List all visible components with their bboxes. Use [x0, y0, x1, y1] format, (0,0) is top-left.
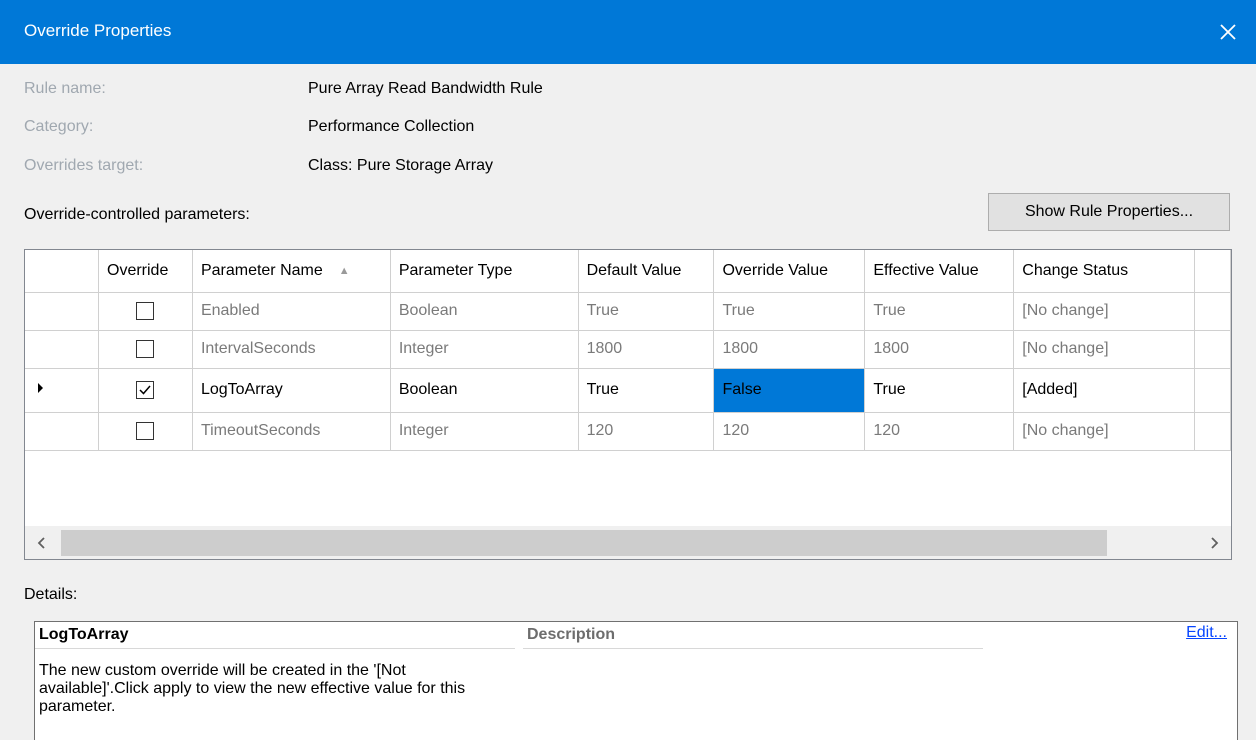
- override-checkbox[interactable]: [136, 339, 155, 358]
- parameters-label: Override-controlled parameters:: [24, 206, 250, 223]
- details-label: Details:: [24, 586, 78, 603]
- parameter-type-cell: Boolean: [390, 368, 579, 413]
- description-header: Description: [527, 626, 616, 643]
- column-header-parameter-type[interactable]: Parameter Type: [390, 250, 579, 293]
- scroll-right-button[interactable]: [1197, 526, 1231, 559]
- table-row[interactable]: IntervalSeconds Integer 1800 1800 1800 […: [25, 330, 1231, 369]
- overrides-target-value: Class: Pure Storage Array: [308, 157, 493, 174]
- details-panel: LogToArray Description Edit... The new c…: [34, 621, 1238, 740]
- column-header-override-value[interactable]: Override Value: [713, 250, 866, 293]
- sort-ascending-icon: ▲: [338, 264, 350, 277]
- column-header-change-status[interactable]: Change Status: [1013, 250, 1196, 293]
- category-label: Category:: [24, 118, 94, 135]
- rule-name-value: Pure Array Read Bandwidth Rule: [308, 80, 543, 97]
- column-header-default-value[interactable]: Default Value: [578, 250, 715, 293]
- effective-value-cell: 1800: [864, 330, 1015, 369]
- divider: [523, 648, 983, 649]
- override-value-cell[interactable]: True: [713, 292, 866, 331]
- effective-value-cell: 120: [864, 412, 1015, 451]
- effective-value-cell: True: [864, 292, 1015, 331]
- change-status-cell: [No change]: [1013, 330, 1196, 369]
- parameters-table: Override Parameter Name ▲ Parameter Type …: [25, 250, 1231, 451]
- override-value-cell[interactable]: 1800: [713, 330, 866, 369]
- row-header[interactable]: [25, 292, 99, 331]
- rule-name-label: Rule name:: [24, 80, 106, 97]
- default-value-cell: True: [578, 368, 715, 413]
- edit-link[interactable]: Edit...: [1186, 624, 1227, 642]
- override-value-cell-selected[interactable]: False: [713, 368, 866, 413]
- details-body-text: The new custom override will be created …: [39, 662, 466, 715]
- parameter-name-cell: IntervalSeconds: [192, 330, 391, 369]
- row-header[interactable]: [25, 368, 99, 413]
- parameter-name-cell: TimeoutSeconds: [192, 412, 391, 451]
- parameter-name-cell: Enabled: [192, 292, 391, 331]
- override-checkbox-cell[interactable]: [98, 292, 193, 331]
- override-value-cell[interactable]: 120: [713, 412, 866, 451]
- parameter-type-cell: Integer: [390, 330, 579, 369]
- chevron-left-icon: [37, 537, 45, 549]
- override-checkbox[interactable]: [136, 301, 155, 320]
- filler-cell: [1194, 412, 1231, 451]
- scrollbar-thumb[interactable]: [61, 530, 1107, 556]
- change-status-cell: [No change]: [1013, 412, 1196, 451]
- default-value-cell: 120: [578, 412, 715, 451]
- column-header-parameter-name[interactable]: Parameter Name ▲: [192, 250, 391, 293]
- parameter-type-cell: Integer: [390, 412, 579, 451]
- override-checkbox[interactable]: [136, 421, 155, 440]
- filler-cell: [1194, 292, 1231, 331]
- effective-value-cell: True: [864, 368, 1015, 413]
- change-status-cell: [No change]: [1013, 292, 1196, 331]
- horizontal-scrollbar[interactable]: [25, 526, 1231, 559]
- overrides-target-label: Overrides target:: [24, 157, 144, 174]
- table-row-current[interactable]: LogToArray Boolean True False True [Adde…: [25, 368, 1231, 413]
- scroll-left-button[interactable]: [25, 526, 59, 559]
- column-header-filler: [1194, 250, 1231, 293]
- close-button[interactable]: [1200, 0, 1256, 64]
- column-header-override[interactable]: Override: [98, 250, 193, 293]
- override-checkbox-cell[interactable]: [98, 330, 193, 369]
- grid-header-row: Override Parameter Name ▲ Parameter Type …: [25, 250, 1231, 293]
- row-header-corner: [25, 250, 99, 293]
- change-status-cell: [Added]: [1013, 368, 1196, 413]
- override-checkbox-cell[interactable]: [98, 368, 193, 413]
- parameters-grid[interactable]: Override Parameter Name ▲ Parameter Type …: [24, 249, 1232, 560]
- default-value-cell: True: [578, 292, 715, 331]
- category-value: Performance Collection: [308, 118, 475, 135]
- parameter-name-cell: LogToArray: [192, 368, 391, 413]
- filler-cell: [1194, 368, 1231, 413]
- title-bar: Override Properties: [0, 0, 1256, 64]
- window-title: Override Properties: [24, 21, 172, 40]
- details-parameter-name: LogToArray: [39, 626, 129, 643]
- checkmark-icon: [139, 385, 152, 395]
- column-header-effective-value[interactable]: Effective Value: [864, 250, 1015, 293]
- close-icon: [1220, 24, 1236, 40]
- chevron-right-icon: [1211, 537, 1219, 549]
- default-value-cell: 1800: [578, 330, 715, 369]
- filler-cell: [1194, 330, 1231, 369]
- row-header[interactable]: [25, 412, 99, 451]
- parameter-type-cell: Boolean: [390, 292, 579, 331]
- divider: [35, 648, 515, 649]
- override-checkbox-cell[interactable]: [98, 412, 193, 451]
- table-row[interactable]: TimeoutSeconds Integer 120 120 120 [No c…: [25, 412, 1231, 451]
- override-checkbox-checked[interactable]: [136, 380, 155, 399]
- current-row-triangle-icon: [38, 382, 43, 393]
- column-header-label: Parameter Name: [200, 261, 323, 279]
- show-rule-properties-button[interactable]: Show Rule Properties...: [988, 193, 1230, 231]
- row-header[interactable]: [25, 330, 99, 369]
- table-row[interactable]: Enabled Boolean True True True [No chang…: [25, 292, 1231, 331]
- grid-body: Override Parameter Name ▲ Parameter Type …: [25, 250, 1231, 526]
